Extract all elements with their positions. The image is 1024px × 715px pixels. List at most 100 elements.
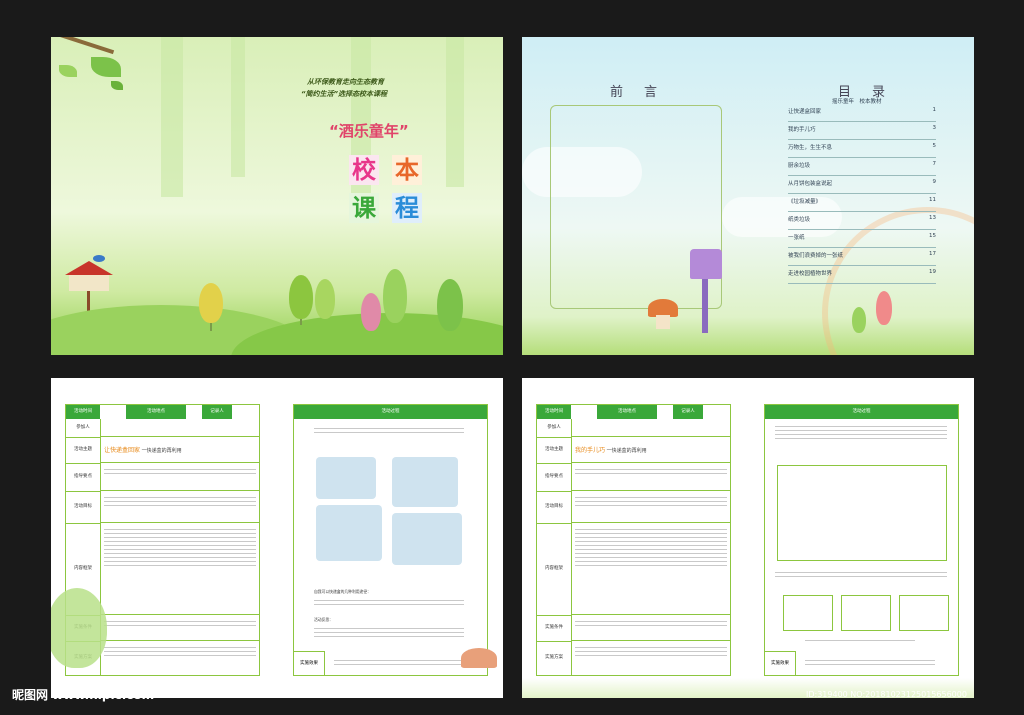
effect-lines — [805, 657, 935, 668]
note-uses: 自我可以快递盒的几种利用途径： — [314, 589, 371, 594]
cover-char: 课 — [349, 193, 379, 223]
toc-item[interactable]: 被我们浪费掉的一张纸 17 — [788, 251, 936, 266]
lesson-page-1: 活动时间 活动地点 记录人 参加人 活动主题 让快递盒回家 一快递盒的再利用 指… — [51, 378, 503, 698]
cover-page: 从环保教育走向生态教育 “简约生活”选择态校本课程 “酒乐童年” 校 本 课 程 — [51, 37, 503, 355]
header-cell: 活动地点 — [597, 405, 657, 419]
tree-trunk — [231, 37, 245, 177]
theme-cell: 让快递盒回家 一快递盒的再利用 — [100, 437, 259, 463]
process-text — [805, 637, 915, 644]
header-cell: 活动时间 — [66, 405, 100, 419]
process-text — [314, 425, 464, 436]
branch — [55, 37, 115, 55]
toc-item[interactable]: 厨余垃圾 7 — [788, 161, 936, 176]
row-label: 参加人 — [537, 419, 571, 438]
leaf-icon — [91, 57, 121, 77]
preface-title: 前 言 — [610, 85, 662, 100]
cover-char: 校 — [349, 155, 379, 185]
effect-lines — [334, 657, 464, 668]
birdhouse-pole — [702, 275, 708, 333]
theme-cell: 我的手儿巧 一快递盒的再利用 — [571, 437, 730, 463]
plan-cell — [100, 641, 259, 675]
toc-item[interactable]: 走进校园植物世界 19 — [788, 269, 936, 284]
effect-label: 实施效果 — [294, 651, 325, 676]
birdhouse-roof — [65, 261, 113, 275]
toc-item-page: 13 — [929, 215, 936, 221]
header-blank — [657, 405, 673, 419]
toc-item[interactable]: 让快递盒回家 1 — [788, 107, 936, 122]
tree-icon — [852, 307, 866, 333]
photo-frame — [777, 465, 947, 561]
conditions-cell — [100, 615, 259, 641]
tree-icon — [361, 293, 381, 331]
toc-item-page: 17 — [929, 251, 936, 257]
mushroom-icon — [461, 648, 497, 668]
header-cell: 记录人 — [673, 405, 703, 419]
header-blank — [186, 405, 202, 419]
participants-cell[interactable] — [100, 419, 259, 437]
cover-tagline: “酒乐童年” — [329, 122, 409, 140]
process-text — [775, 423, 947, 442]
toc-item[interactable]: 一张纸 15 — [788, 233, 936, 248]
participants-cell[interactable] — [571, 419, 730, 437]
tree-icon — [315, 279, 335, 319]
header-blank — [571, 405, 597, 419]
process-header: 活动过程 — [765, 405, 958, 419]
toc-item-page: 9 — [932, 179, 937, 185]
content-cell — [571, 523, 730, 615]
tree-icon — [437, 279, 463, 331]
tree-icon — [199, 283, 223, 323]
leaf-icon — [59, 65, 77, 77]
lesson-theme: 让快递盒回家 — [104, 447, 141, 454]
row-label: 实施方案 — [545, 655, 563, 660]
photo-frame — [841, 595, 891, 631]
preface-toc-page: 前 言 目 录 摇乐童年 校本教材 让快递盒回家 1 我的手儿巧 3 万物生，生生不… — [522, 37, 974, 355]
row-label: 活动目标 — [66, 491, 100, 524]
cover-subtitle-1: 从环保教育走向生态教育 — [307, 78, 384, 86]
cover-char: 本 — [392, 155, 422, 185]
process-table: 活动过程 实施效果 — [764, 404, 959, 676]
tree-icon — [51, 588, 107, 668]
row-label: 指导要点 — [66, 463, 100, 492]
tree-trunk — [446, 37, 464, 187]
toc-item-page: 15 — [929, 233, 936, 239]
note-lines — [314, 625, 464, 640]
toc-item-label: 从月饼包装盒说起 — [788, 181, 833, 187]
cover-char: 程 — [392, 193, 422, 223]
toc-item-page: 3 — [932, 125, 937, 131]
process-table: 活动过程 自我可以快递盒的几种利用途径： 活动反思： 实施效果 — [293, 404, 488, 676]
bird-icon — [93, 255, 105, 262]
photo-placeholder — [316, 505, 382, 561]
leaf-icon — [111, 81, 123, 90]
process-header: 活动过程 — [294, 405, 487, 419]
lesson-page-2: 活动时间 活动地点 记录人 参加人 活动主题 我的手儿巧 一快递盒的再利用 指导… — [522, 378, 974, 698]
toc-item[interactable]: 从月饼包装盒说起 9 — [788, 179, 936, 194]
toc-item[interactable]: 纸类垃圾 13 — [788, 215, 936, 230]
guidance-cell — [100, 463, 259, 491]
toc-item-label: 万物生，生生不息 — [788, 145, 833, 151]
header-cell: 记录人 — [202, 405, 232, 419]
row-label: 活动主题 — [537, 437, 571, 464]
tree-icon — [876, 291, 892, 325]
photo-frame — [899, 595, 949, 631]
row-label: 参加人 — [66, 419, 100, 438]
photo-frame — [783, 595, 833, 631]
row-label: 指导要点 — [537, 463, 571, 492]
toc-item-label: 我的手儿巧 — [788, 127, 816, 133]
row-label: 内容框架 — [537, 523, 571, 616]
goals-cell — [100, 491, 259, 523]
lesson-theme: 我的手儿巧 — [575, 447, 606, 454]
toc-item-label: 走进校园植物世界 — [788, 271, 833, 277]
note-reflection: 活动反思： — [314, 617, 333, 622]
toc-item-label: 纸类垃圾 — [788, 217, 811, 223]
row-label: 活动主题 — [66, 437, 100, 464]
toc-item-label: 一张纸 — [788, 235, 805, 241]
guidance-cell — [571, 463, 730, 491]
toc-item[interactable]: 万物生，生生不息 5 — [788, 143, 936, 158]
header-cell: 活动时间 — [537, 405, 571, 419]
tree-icon — [383, 269, 407, 323]
toc-item[interactable]: 我的手儿巧 3 — [788, 125, 936, 140]
watermark-logo: 昵图网 www.nipic.com — [12, 688, 155, 702]
row-label: 实施条件 — [537, 615, 571, 642]
toc-item[interactable]: 《垃圾减量》 11 — [788, 197, 936, 212]
cover-subtitle-2: “简约生活”选择态校本课程 — [301, 90, 388, 98]
